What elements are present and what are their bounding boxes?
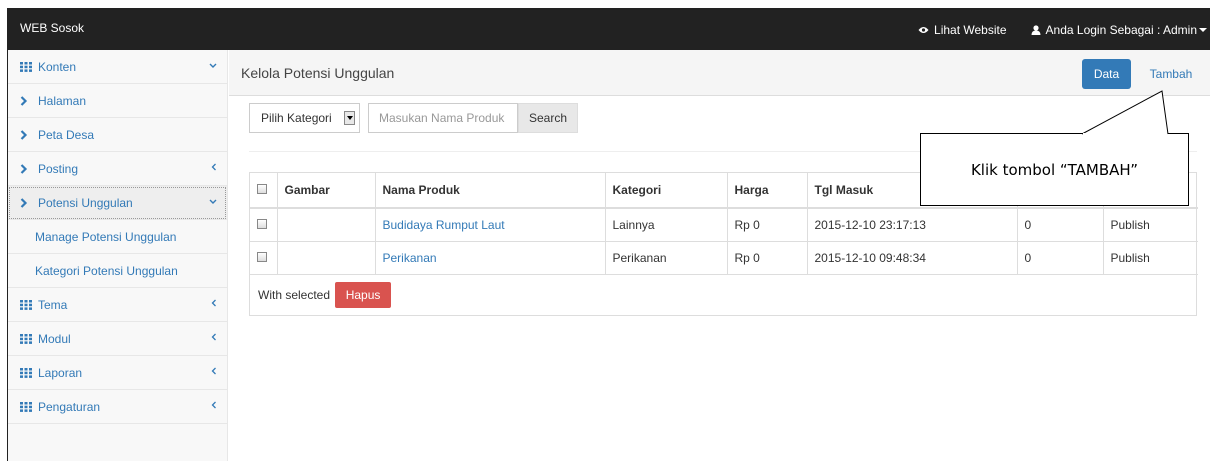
- callout-pointer: [1081, 90, 1169, 135]
